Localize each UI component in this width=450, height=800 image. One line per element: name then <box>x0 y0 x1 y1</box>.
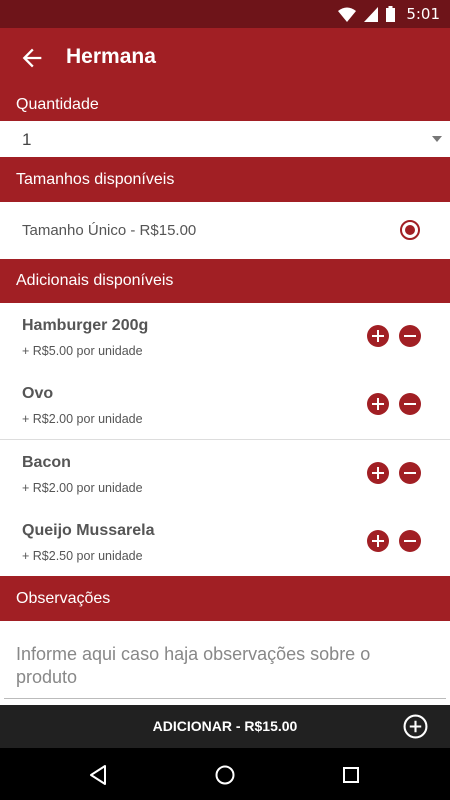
addon-name: Bacon <box>22 454 71 471</box>
addon-row: Bacon + R$2.00 por unidade <box>0 440 450 509</box>
addon-increase-button[interactable] <box>367 530 389 552</box>
back-arrow-icon[interactable] <box>18 44 46 72</box>
plus-icon <box>372 330 384 342</box>
addon-increase-button[interactable] <box>367 393 389 415</box>
status-icons <box>338 6 395 22</box>
addon-name: Queijo Mussarela <box>22 522 155 539</box>
addon-increase-button[interactable] <box>367 325 389 347</box>
page-title: Hermana <box>66 45 156 68</box>
system-nav-bar <box>0 748 450 800</box>
observations-underline <box>4 698 446 699</box>
add-to-cart-bar[interactable]: ADICIONAR - R$15.00 <box>0 705 450 748</box>
minus-icon <box>404 403 416 405</box>
addon-name: Hamburger 200g <box>22 317 149 334</box>
quantity-select[interactable]: 1 <box>0 121 450 157</box>
app-bar: Hermana <box>0 28 450 88</box>
addon-price: + R$5.00 por unidade <box>22 344 143 358</box>
plus-icon <box>372 398 384 410</box>
addon-row: Queijo Mussarela + R$2.50 por unidade <box>0 508 450 577</box>
dropdown-caret-icon <box>432 136 442 142</box>
add-to-cart-label: ADICIONAR - R$15.00 <box>152 718 298 734</box>
plus-icon <box>372 467 384 479</box>
minus-icon <box>404 472 416 474</box>
addon-increase-button[interactable] <box>367 462 389 484</box>
observations-placeholder: Informe aqui caso haja observações sobre… <box>16 644 371 687</box>
quantity-value: 1 <box>22 130 32 149</box>
nav-back-icon[interactable] <box>88 764 110 786</box>
addon-name: Ovo <box>22 385 54 402</box>
wifi-icon <box>338 7 356 22</box>
signal-icon <box>364 6 378 22</box>
addon-row: Ovo + R$2.00 por unidade <box>0 371 450 440</box>
addon-price: + R$2.00 por unidade <box>22 481 143 495</box>
addon-decrease-button[interactable] <box>399 325 421 347</box>
size-radio-button[interactable] <box>400 220 420 240</box>
minus-icon <box>404 335 416 337</box>
nav-home-icon[interactable] <box>214 764 236 786</box>
minus-icon <box>404 540 416 542</box>
plus-icon <box>372 535 384 547</box>
size-option-label: Tamanho Único - R$15.00 <box>22 222 197 239</box>
addons-header: Adicionais disponíveis <box>0 259 450 303</box>
addon-price: + R$2.00 por unidade <box>22 412 143 426</box>
quantity-header: Quantidade <box>0 88 450 121</box>
status-bar: 5:01 <box>0 0 450 28</box>
quantity-header-label: Quantidade <box>16 95 99 113</box>
status-time: 5:01 <box>406 5 440 23</box>
addon-price: + R$2.50 por unidade <box>22 549 143 563</box>
addon-row: Hamburger 200g + R$5.00 por unidade <box>0 303 450 372</box>
observations-header: Observações <box>0 576 450 621</box>
observations-field[interactable]: Informe aqui caso haja observações sobre… <box>0 621 450 705</box>
observations-header-label: Observações <box>16 589 111 607</box>
sizes-header-label: Tamanhos disponíveis <box>16 170 175 188</box>
add-circle-icon[interactable] <box>403 714 428 739</box>
addon-decrease-button[interactable] <box>399 462 421 484</box>
addon-decrease-button[interactable] <box>399 530 421 552</box>
sizes-header: Tamanhos disponíveis <box>0 157 450 202</box>
addon-decrease-button[interactable] <box>399 393 421 415</box>
size-option[interactable]: Tamanho Único - R$15.00 <box>0 202 450 259</box>
battery-icon <box>386 6 395 22</box>
nav-recents-icon[interactable] <box>340 764 362 786</box>
addons-header-label: Adicionais disponíveis <box>16 272 174 289</box>
